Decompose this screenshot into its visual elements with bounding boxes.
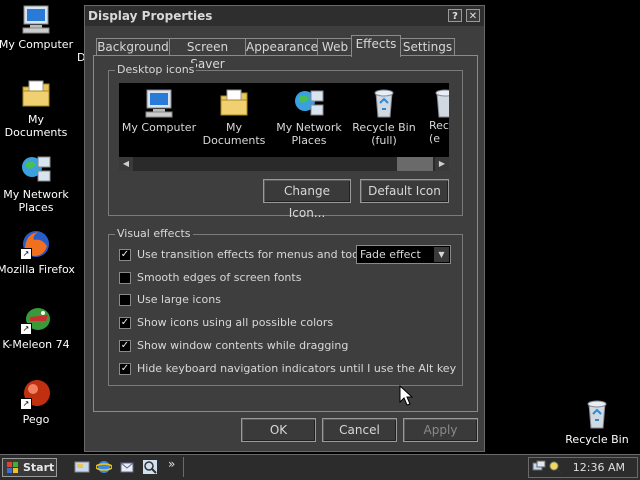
tab-appearance[interactable]: Appearance xyxy=(245,38,318,56)
checkbox-label[interactable]: Smooth edges of screen fonts xyxy=(137,271,301,284)
transition-effect-select[interactable]: Fade effect ▼ xyxy=(356,245,451,264)
my-documents-icon xyxy=(218,87,250,119)
my-computer-icon xyxy=(20,3,52,35)
list-item-recycle-bin-empty[interactable]: Recy (e xyxy=(415,87,449,145)
list-item-recycle-bin-full[interactable]: Recycle Bin (full) xyxy=(345,87,423,147)
cancel-button[interactable]: Cancel xyxy=(322,418,397,442)
chevron-down-icon[interactable]: ▼ xyxy=(434,247,449,262)
desktop-icon-label: Recycle Bin xyxy=(565,433,629,446)
checkbox-large-icons[interactable] xyxy=(119,294,131,306)
icons-horizontal-scrollbar[interactable]: ◀ ▶ xyxy=(119,157,449,171)
close-button[interactable]: ✕ xyxy=(466,9,480,22)
network-places-icon xyxy=(20,153,52,185)
desktop-icon-label: My Computer xyxy=(0,38,74,51)
shortcut-arrow-icon: ↗ xyxy=(20,248,32,260)
start-button[interactable]: Start xyxy=(2,458,57,477)
dialog-title: Display Properties xyxy=(88,9,213,23)
list-item-label: (full) xyxy=(371,134,397,147)
clock[interactable]: 12:36 AM xyxy=(573,461,625,474)
desktop-icon-label: Mozilla Firefox xyxy=(0,263,75,276)
recycle-bin-full-icon xyxy=(368,87,400,119)
list-item-my-computer[interactable]: My Computer xyxy=(120,87,198,134)
desktop-icon-pego[interactable]: ↗ Pego xyxy=(0,378,76,426)
tab-effects[interactable]: Effects xyxy=(351,35,401,57)
desktop-icon-label: Pego xyxy=(22,413,50,426)
checkbox-label[interactable]: Use transition effects for menus and too… xyxy=(137,248,382,261)
search-icon[interactable] xyxy=(142,459,158,475)
desktop-icons-list[interactable]: My Computer My Documents My Network Plac… xyxy=(119,83,449,157)
desktop-icon-my-documents[interactable]: My Documents xyxy=(0,78,76,139)
taskbar-divider xyxy=(183,457,186,477)
desktop-icon-network-places[interactable]: My Network Places xyxy=(0,153,76,214)
checkbox-window-contents-dragging[interactable]: ✓ xyxy=(119,340,131,352)
shortcut-arrow-icon: ↗ xyxy=(20,323,32,335)
desktop-icon-label: My Documents xyxy=(4,113,68,139)
show-desktop-icon[interactable] xyxy=(74,459,90,475)
my-computer-icon xyxy=(143,87,175,119)
desktop-icon-label: K-Meleon 74 xyxy=(2,338,70,351)
scroll-left-arrow-icon[interactable]: ◀ xyxy=(119,157,133,171)
firefox-icon: ↗ xyxy=(20,228,52,260)
windows-logo-icon xyxy=(7,462,19,474)
start-label: Start xyxy=(23,461,55,474)
shortcut-arrow-icon: ↗ xyxy=(20,398,32,410)
select-value: Fade effect xyxy=(360,248,421,261)
desktop-icon-my-computer[interactable]: My Computer xyxy=(0,3,76,51)
group-label: Visual effects xyxy=(115,227,193,240)
tab-screen-saver[interactable]: Screen Saver xyxy=(169,38,246,71)
tab-web[interactable]: Web xyxy=(317,38,353,56)
list-item-label: (e xyxy=(429,132,441,145)
list-item-label: My Network xyxy=(276,121,342,134)
tab-settings[interactable]: Settings xyxy=(400,38,455,56)
outlook-express-icon[interactable] xyxy=(119,459,135,475)
list-item-label: Recy xyxy=(429,119,449,132)
tab-background[interactable]: Background xyxy=(96,38,170,56)
desktop-icon-firefox[interactable]: ↗ Mozilla Firefox xyxy=(0,228,76,276)
list-item-my-documents[interactable]: My Documents xyxy=(195,87,273,147)
checkbox-all-colors[interactable]: ✓ xyxy=(119,317,131,329)
list-item-label: Places xyxy=(291,134,327,147)
network-places-icon xyxy=(293,87,325,119)
search-tray-icon[interactable] xyxy=(548,460,562,474)
apply-button[interactable]: Apply xyxy=(403,418,478,442)
pego-icon: ↗ xyxy=(20,378,52,410)
scroll-right-arrow-icon[interactable]: ▶ xyxy=(435,157,449,171)
checkbox-hide-keyboard-indicators[interactable]: ✓ xyxy=(119,363,131,375)
list-item-label: Recycle Bin xyxy=(352,121,416,134)
checkbox-label[interactable]: Show icons using all possible colors xyxy=(137,316,333,329)
kmeleon-icon: ↗ xyxy=(20,303,52,335)
group-label: Desktop icons xyxy=(115,63,197,76)
system-tray: 12:36 AM xyxy=(528,457,638,478)
network-tray-icon[interactable] xyxy=(532,460,546,474)
scroll-thumb[interactable] xyxy=(397,157,433,171)
my-documents-icon xyxy=(20,78,52,110)
checkbox-label[interactable]: Show window contents while dragging xyxy=(137,339,348,352)
list-item-label: My Documents xyxy=(202,121,266,147)
change-icon-button[interactable]: Change Icon... xyxy=(263,179,351,220)
quick-launch-more-icon[interactable]: » xyxy=(168,457,175,471)
checkbox-label[interactable]: Hide keyboard navigation indicators unti… xyxy=(137,362,456,375)
mouse-cursor-icon xyxy=(399,384,414,410)
internet-explorer-icon[interactable] xyxy=(95,459,113,475)
checkbox-transition-effects[interactable]: ✓ xyxy=(119,249,131,261)
checkbox-label[interactable]: Use large icons xyxy=(137,293,221,306)
checkbox-smooth-edges[interactable] xyxy=(119,272,131,284)
help-button[interactable]: ? xyxy=(448,9,462,22)
desktop-icon-recycle-bin[interactable]: Recycle Bin xyxy=(557,398,637,446)
title-bar[interactable]: Display Properties ? ✕ xyxy=(85,6,484,26)
recycle-bin-icon xyxy=(581,398,613,430)
list-item-network-places[interactable]: My Network Places xyxy=(270,87,348,147)
recycle-bin-empty-icon xyxy=(429,87,449,119)
taskbar: Start » 12:36 AM xyxy=(0,454,640,480)
ok-button[interactable]: OK xyxy=(241,418,316,442)
list-item-label: My Computer xyxy=(121,121,197,134)
desktop-icon-kmeleon[interactable]: ↗ K-Meleon 74 xyxy=(0,303,76,351)
desktop-icon-label: My Network Places xyxy=(3,188,69,214)
default-icon-button[interactable]: Default Icon xyxy=(360,179,449,203)
